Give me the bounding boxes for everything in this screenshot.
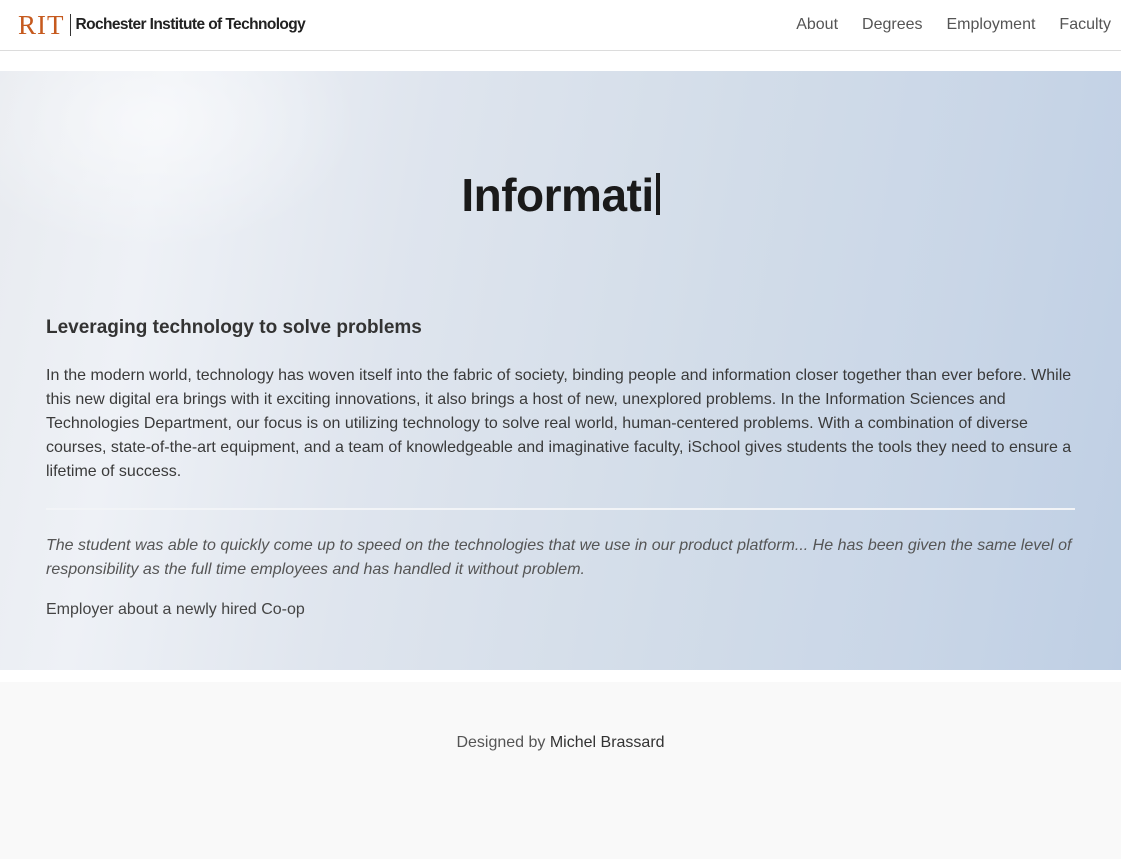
nav-link-about[interactable]: About [796, 14, 838, 36]
logo-text: Rochester Institute of Technology [75, 16, 306, 33]
footer-credit: Designed by Michel Brassard [0, 731, 1121, 755]
section-body: In the modern world, technology has wove… [46, 367, 1072, 480]
nav-link-faculty[interactable]: Faculty [1059, 14, 1111, 36]
section-divider [46, 508, 1075, 510]
nav-link-employment[interactable]: Employment [947, 14, 1036, 36]
logo-divider [69, 14, 71, 36]
hero-section: Informati Leveraging technology to solve… [0, 71, 1121, 670]
hero-title-text: Informati [461, 169, 654, 221]
logo-mark: RIT [18, 10, 65, 40]
nav-spacer [0, 51, 1121, 71]
typing-cursor [655, 173, 660, 215]
footer-credit-prefix: Designed by [456, 734, 546, 751]
page-footer: Designed by Michel Brassard [0, 682, 1121, 859]
testimonial-quote: The student was able to quickly come up … [46, 537, 1072, 578]
footer-author-link[interactable]: Michel Brassard [550, 734, 665, 751]
nav-links: About Degrees Employment Faculty [772, 14, 1111, 36]
section-heading: Leveraging technology to solve problems [46, 317, 422, 338]
rit-logo[interactable]: RIT Rochester Institute of Technology [18, 10, 306, 40]
hero-footer-spacer [0, 670, 1121, 682]
hero-glow [0, 71, 360, 251]
top-navbar: RIT Rochester Institute of Technology Ab… [0, 0, 1121, 51]
testimonial-attribution: Employer about a newly hired Co-op [46, 601, 305, 618]
nav-link-degrees[interactable]: Degrees [862, 14, 922, 36]
hero-title: Informati [0, 167, 1121, 223]
